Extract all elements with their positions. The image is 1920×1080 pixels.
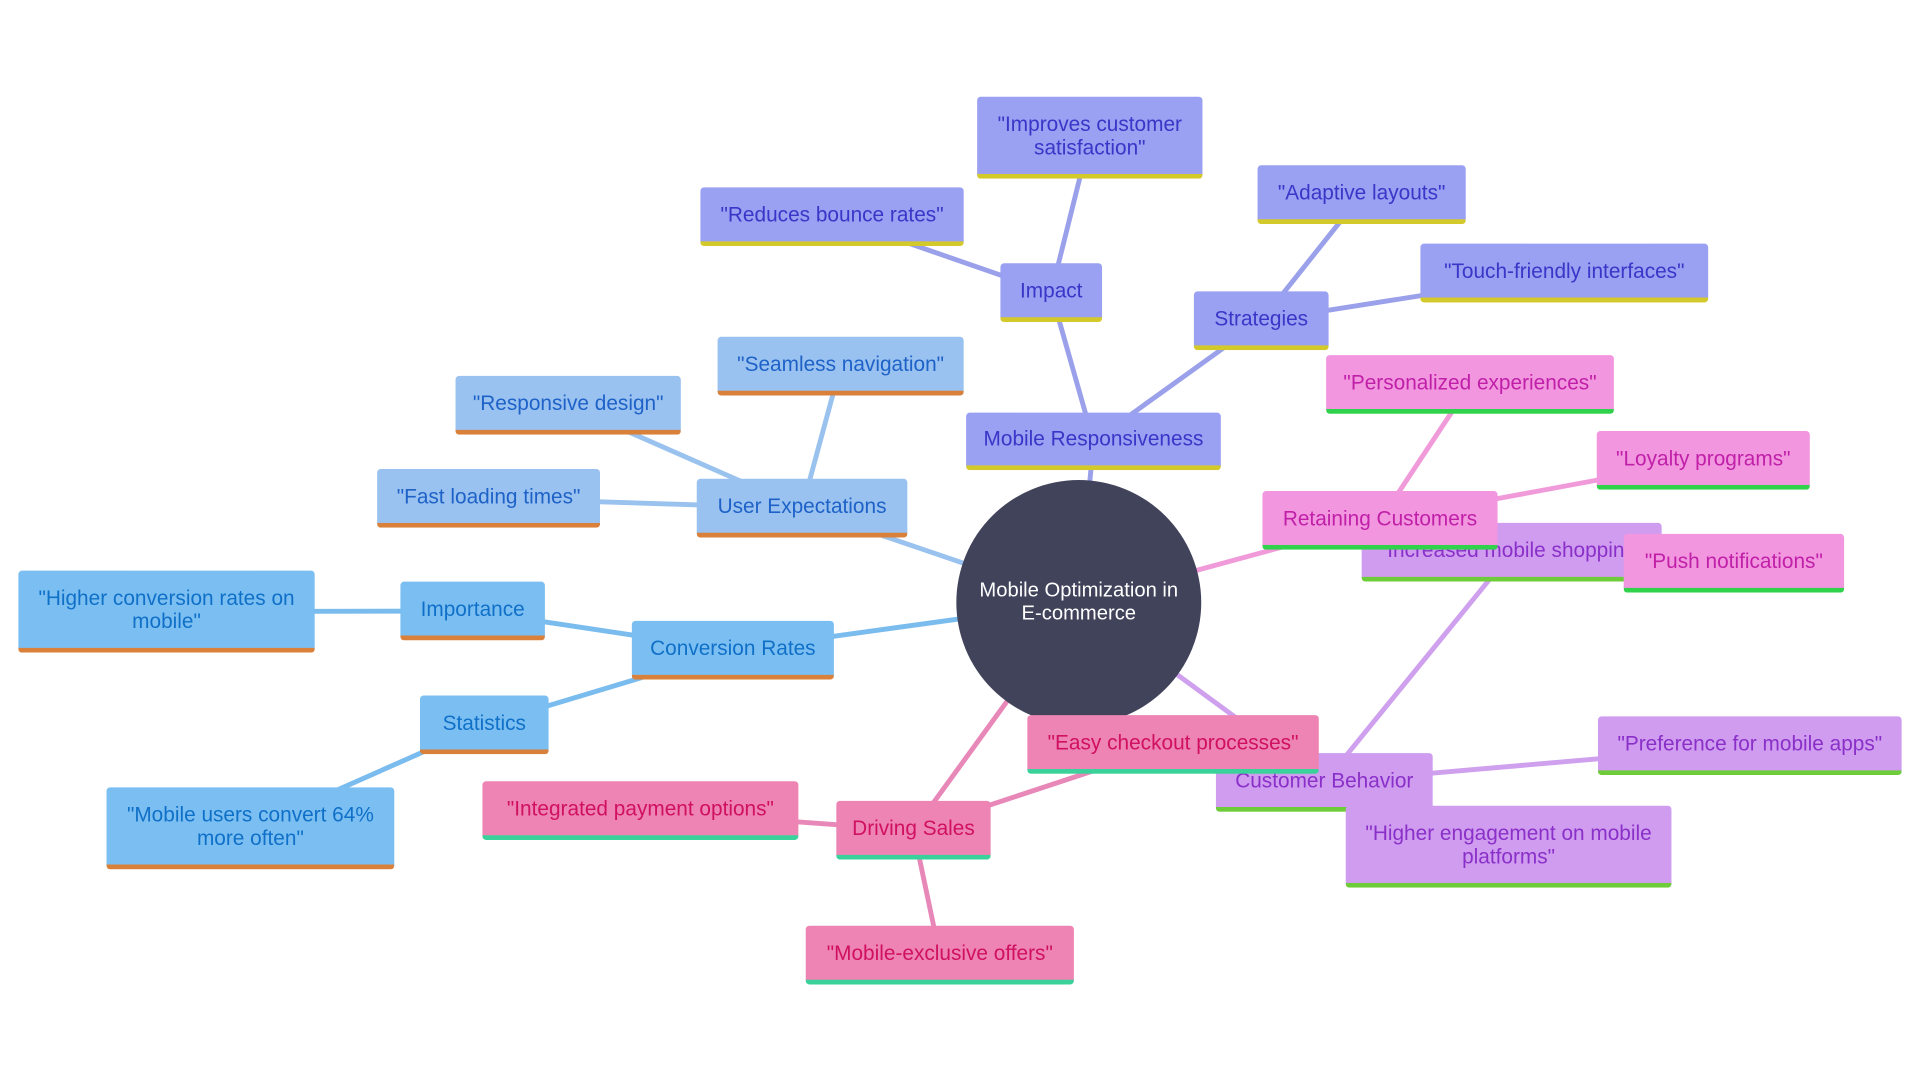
node-importance[interactable]: Importance xyxy=(400,581,545,641)
node-higher-engagement-on-mobile-platforms[interactable]: "Higher engagement on mobile platforms" xyxy=(1345,805,1672,888)
node-label: Driving Sales xyxy=(852,816,975,840)
node-mobile-exclusive-offers[interactable]: "Mobile-exclusive offers" xyxy=(805,925,1074,985)
node-label: "Fast loading times" xyxy=(396,484,581,508)
root-node-label: Mobile Optimization in E-commerce xyxy=(979,579,1179,625)
node-push-notifications[interactable]: "Push notifications" xyxy=(1623,533,1845,593)
node-label: Impact xyxy=(1019,278,1083,302)
node-label: Mobile Responsiveness xyxy=(983,427,1204,451)
node-retaining-customers[interactable]: Retaining Customers xyxy=(1262,491,1498,550)
mindmap: Mobile Optimization in E-commerce Mobile … xyxy=(0,0,1920,1080)
node-impact[interactable]: Impact xyxy=(1000,263,1103,323)
node-higher-conversion-rates-on-mobile[interactable]: "Higher conversion rates on mobile" xyxy=(18,570,315,653)
node-adaptive-layouts[interactable]: "Adaptive layouts" xyxy=(1257,165,1466,225)
node-driving-sales[interactable]: Driving Sales xyxy=(836,800,991,860)
node-integrated-payment-options[interactable]: "Integrated payment options" xyxy=(482,781,799,841)
node-improves-customer-satisfaction[interactable]: "Improves customer satisfaction" xyxy=(977,96,1203,179)
node-label: "Responsive design" xyxy=(472,391,664,415)
node-statistics[interactable]: Statistics xyxy=(420,695,549,755)
node-label: "Push notifications" xyxy=(1644,549,1823,573)
node-label: "Mobile-exclusive offers" xyxy=(826,941,1053,965)
node-label: "Integrated payment options" xyxy=(506,796,774,820)
node-mobile-users-convert-64-more-often[interactable]: "Mobile users convert 64% more often" xyxy=(106,787,395,870)
node-mobile-responsiveness[interactable]: Mobile Responsiveness xyxy=(966,412,1221,471)
node-label: Importance xyxy=(420,596,525,621)
node-label: "Loyalty programs" xyxy=(1616,446,1791,470)
node-loyalty-programs[interactable]: "Loyalty programs" xyxy=(1596,431,1810,490)
node-seamless-navigation[interactable]: "Seamless navigation" xyxy=(717,336,964,396)
node-fast-loading-times[interactable]: "Fast loading times" xyxy=(377,468,601,528)
node-label: "Preference for mobile apps" xyxy=(1617,731,1883,755)
node-personalized-experiences[interactable]: "Personalized experiences" xyxy=(1326,355,1614,414)
node-label: "Improves customer satisfaction" xyxy=(997,112,1182,159)
node-preference-for-mobile-apps[interactable]: "Preference for mobile apps" xyxy=(1597,716,1902,776)
node-easy-checkout-processes[interactable]: "Easy checkout processes" xyxy=(1027,715,1319,774)
node-label: Strategies xyxy=(1214,306,1309,331)
node-label: User Expectations xyxy=(717,494,887,518)
node-touch-friendly-interfaces[interactable]: "Touch-friendly interfaces" xyxy=(1420,243,1709,303)
node-label: "Mobile users convert 64% more often" xyxy=(126,802,374,850)
node-label: "Higher engagement on mobile platforms" xyxy=(1365,821,1652,868)
node-user-expectations[interactable]: User Expectations xyxy=(696,478,908,538)
node-reduces-bounce-rates[interactable]: "Reduces bounce rates" xyxy=(700,187,964,247)
node-strategies[interactable]: Strategies xyxy=(1193,291,1329,351)
node-responsive-design[interactable]: "Responsive design" xyxy=(455,375,681,435)
node-label: "Touch-friendly interfaces" xyxy=(1444,258,1685,283)
node-label: "Seamless navigation" xyxy=(737,352,945,376)
node-label: "Higher conversion rates on mobile" xyxy=(38,585,295,633)
node-label: "Adaptive layouts" xyxy=(1277,180,1446,204)
node-label: "Reduces bounce rates" xyxy=(720,202,944,226)
root-node[interactable]: Mobile Optimization in E-commerce xyxy=(956,480,1202,725)
node-label: "Personalized experiences" xyxy=(1343,370,1597,394)
node-label: "Easy checkout processes" xyxy=(1047,730,1299,754)
node-label: Retaining Customers xyxy=(1282,506,1478,530)
node-conversion-rates[interactable]: Conversion Rates xyxy=(631,620,834,680)
edge-increased-mobile-shopping xyxy=(1322,550,1514,785)
node-label: Conversion Rates xyxy=(650,636,816,660)
node-label: Statistics xyxy=(442,710,526,735)
